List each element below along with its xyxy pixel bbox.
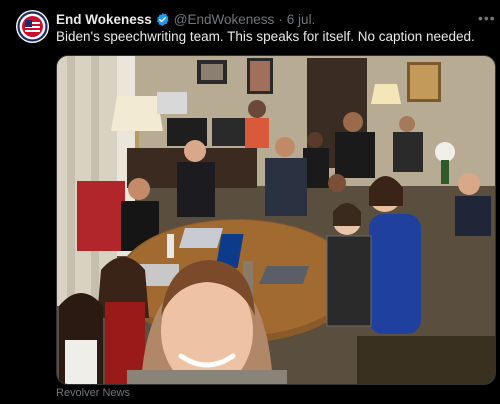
post-media-image[interactable] [56,55,496,385]
post-header: End Wokeness @EndWokeness · 6 jul. [56,10,315,28]
author-name[interactable]: End Wokeness [56,12,152,27]
post-text: Biden's speechwriting team. This speaks … [56,29,475,44]
tweet-post[interactable]: End Wokeness @EndWokeness · 6 jul. ••• B… [0,0,500,404]
verified-badge-icon [155,12,170,27]
author-avatar[interactable] [16,10,49,43]
header-separator: · [278,11,283,27]
seal-logo-icon [16,10,49,43]
author-handle[interactable]: @EndWokeness [174,12,275,27]
media-credit: Revolver News [56,387,130,399]
more-icon[interactable]: ••• [478,10,496,26]
office-selfie-photo [57,56,495,384]
post-date[interactable]: 6 jul. [287,12,316,27]
